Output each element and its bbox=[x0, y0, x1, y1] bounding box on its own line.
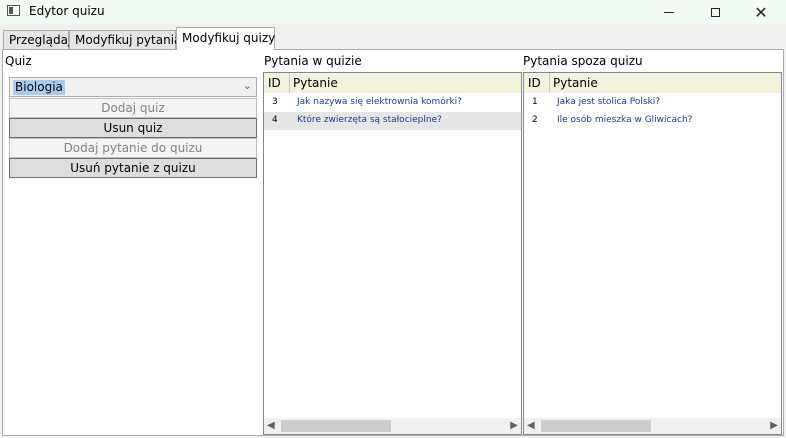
cell-id: 4 bbox=[272, 115, 278, 125]
quiz-combobox-value: Biologia bbox=[13, 80, 65, 95]
in-quiz-grid[interactable]: ID Pytanie 3 Jak nazywa się elektrownia … bbox=[263, 72, 522, 435]
grid-header: ID Pytanie bbox=[264, 73, 521, 93]
tab-strip: Przeglądaj Modyfikuj pytania Modyfikuj q… bbox=[0, 27, 786, 50]
maximize-button[interactable] bbox=[692, 0, 738, 24]
window-title: Edytor quizu bbox=[29, 4, 105, 18]
cell-question: Jak nazywa się elektrownia komórki? bbox=[297, 97, 462, 107]
in-quiz-label: Pytania w quizie bbox=[264, 54, 362, 68]
title-bar[interactable]: Edytor quizu ✕ bbox=[0, 0, 786, 24]
app-window-icon bbox=[7, 5, 20, 16]
column-divider[interactable] bbox=[549, 73, 550, 93]
table-row-selected[interactable]: 4 Które zwierzęta są stałocieplne? bbox=[264, 112, 521, 130]
column-header-question[interactable]: Pytanie bbox=[553, 76, 598, 90]
scrollbar-thumb[interactable] bbox=[541, 420, 651, 432]
table-row[interactable]: 2 Ile osób mieszka w Gliwicach? bbox=[524, 112, 781, 130]
minimize-icon bbox=[664, 11, 674, 13]
delete-quiz-button[interactable]: Usun quiz bbox=[9, 118, 257, 138]
tab-modify-quizzes[interactable]: Modyfikuj quizy bbox=[176, 27, 275, 50]
table-row[interactable]: 1 Jaka jest stolica Polski? bbox=[524, 94, 781, 112]
minimize-button[interactable] bbox=[646, 0, 692, 24]
quiz-combobox[interactable]: Biologia ⌄ bbox=[9, 77, 257, 97]
add-question-to-quiz-button[interactable]: Dodaj pytanie do quizu bbox=[9, 138, 257, 158]
column-header-id[interactable]: ID bbox=[528, 76, 541, 90]
cell-question: Jaka jest stolica Polski? bbox=[557, 97, 661, 107]
horizontal-scrollbar[interactable]: ◀ ▶ bbox=[524, 418, 781, 434]
horizontal-scrollbar[interactable]: ◀ ▶ bbox=[264, 418, 521, 434]
chevron-down-icon[interactable]: ⌄ bbox=[243, 79, 252, 92]
scroll-right-icon[interactable]: ▶ bbox=[510, 420, 518, 431]
tab-modify-questions[interactable]: Modyfikuj pytania bbox=[69, 30, 181, 49]
scroll-left-icon[interactable]: ◀ bbox=[527, 420, 535, 431]
cell-id: 3 bbox=[272, 97, 278, 107]
cell-question: Ile osób mieszka w Gliwicach? bbox=[557, 115, 693, 125]
outside-quiz-grid[interactable]: ID Pytanie 1 Jaka jest stolica Polski? 2… bbox=[523, 72, 782, 435]
tab-browse[interactable]: Przeglądaj bbox=[3, 30, 71, 49]
grid-header: ID Pytanie bbox=[524, 73, 781, 93]
column-header-question[interactable]: Pytanie bbox=[293, 76, 338, 90]
quiz-label: Quiz bbox=[5, 54, 32, 68]
scroll-left-icon[interactable]: ◀ bbox=[267, 420, 275, 431]
close-icon: ✕ bbox=[754, 2, 768, 22]
app-window: Edytor quizu ✕ Przeglądaj Modyfikuj pyta… bbox=[0, 0, 786, 438]
cell-id: 2 bbox=[532, 115, 538, 125]
cell-id: 1 bbox=[532, 97, 538, 107]
cell-question: Które zwierzęta są stałocieplne? bbox=[297, 115, 442, 125]
column-divider[interactable] bbox=[289, 73, 290, 93]
table-row[interactable]: 3 Jak nazywa się elektrownia komórki? bbox=[264, 94, 521, 112]
scrollbar-thumb[interactable] bbox=[281, 420, 391, 432]
close-button[interactable]: ✕ bbox=[738, 0, 784, 24]
column-header-id[interactable]: ID bbox=[268, 76, 281, 90]
outside-quiz-label: Pytania spoza quizu bbox=[523, 54, 643, 68]
remove-question-from-quiz-button[interactable]: Usuń pytanie z quizu bbox=[9, 158, 257, 178]
add-quiz-button[interactable]: Dodaj quiz bbox=[9, 98, 257, 118]
scroll-right-icon[interactable]: ▶ bbox=[770, 420, 778, 431]
maximize-icon bbox=[710, 7, 720, 17]
